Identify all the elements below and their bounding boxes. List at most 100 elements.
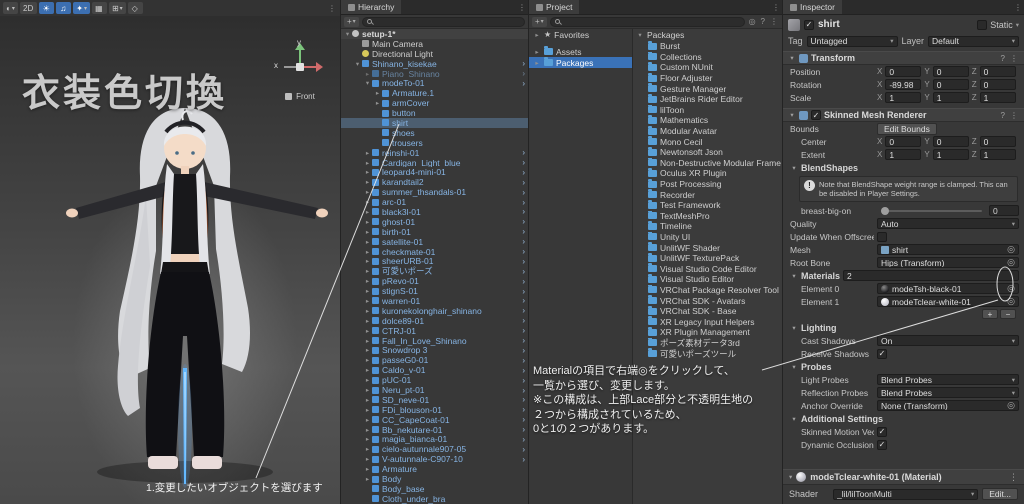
package-folder-item[interactable]: Post Processing xyxy=(633,178,782,190)
component-menu-icon[interactable]: ⋮ xyxy=(1009,111,1019,120)
hierarchy-item[interactable]: shirt xyxy=(341,118,528,128)
object-picker-icon[interactable]: ◎ xyxy=(1007,297,1015,306)
scene-viewport[interactable]: 衣装色切換 y x Front 1.変更したいオブジェクトを選びます xyxy=(0,16,340,504)
package-folder-item[interactable]: ポーズ素材データ3rd xyxy=(633,337,782,349)
package-folder-item[interactable]: VRChat SDK - Avatars xyxy=(633,295,782,306)
package-folder-item[interactable]: Mathematics xyxy=(633,115,782,126)
fold-arrow-icon[interactable]: ▸ xyxy=(363,455,372,463)
package-folder-item[interactable]: XR Legacy Input Helpers xyxy=(633,316,782,327)
gizmo-center-cube-icon[interactable] xyxy=(296,63,304,71)
fold-arrow-icon[interactable]: ▸ xyxy=(363,277,372,285)
fold-arrow-icon[interactable]: ▾ xyxy=(789,473,792,481)
anchor-override-field[interactable]: None (Transform) ◎ xyxy=(877,400,1019,411)
panel-menu-icon[interactable]: ⋮ xyxy=(769,17,779,26)
hierarchy-item[interactable]: Body_base xyxy=(341,484,528,494)
scene-toolbar-button[interactable]: ⊞ ▾ xyxy=(108,2,126,14)
fold-arrow-icon[interactable]: ▾ xyxy=(636,31,644,39)
y-field[interactable]: 0 xyxy=(932,79,969,90)
fold-arrow-icon[interactable]: ▾ xyxy=(343,30,352,38)
tag-dropdown[interactable]: Untagged ▾ xyxy=(806,35,898,47)
hierarchy-item[interactable]: ▸ kuronekolonghair_shinano › xyxy=(341,306,528,316)
hierarchy-item[interactable]: ▸ V-autunnale-C907-10 › xyxy=(341,454,528,464)
package-folder-item[interactable]: UnlitWF Shader xyxy=(633,242,782,253)
hierarchy-item[interactable]: ▸ cielo-autunnale907-05 › xyxy=(341,444,528,454)
help-icon[interactable]: ? xyxy=(1000,111,1006,120)
shader-edit-button[interactable]: Edit... xyxy=(982,488,1018,500)
blendshape-slider[interactable] xyxy=(881,206,982,215)
packages-folder-item[interactable]: ▸ Packages xyxy=(529,57,632,68)
tab-project[interactable]: Project xyxy=(529,0,580,14)
fold-arrow-icon[interactable]: ▸ xyxy=(363,465,372,473)
fold-arrow-icon[interactable]: ▸ xyxy=(363,267,372,275)
additional-settings-foldout[interactable]: ▾ Additional Settings xyxy=(783,412,1024,425)
object-picker-icon[interactable]: ◎ xyxy=(1007,284,1015,293)
assets-folder-item[interactable]: ▸ Assets xyxy=(529,46,632,57)
scene-toolbar-button[interactable]: ◐ ▾ xyxy=(3,2,18,14)
hierarchy-item[interactable]: ▸ Cardigan_Light_blue › xyxy=(341,158,528,168)
fold-arrow-icon[interactable]: ▸ xyxy=(363,356,372,364)
fold-arrow-icon[interactable]: ▸ xyxy=(363,445,372,453)
fold-arrow-icon[interactable]: ▸ xyxy=(363,386,372,394)
transform-component-header[interactable]: ▾ Transform ? ⋮ xyxy=(783,51,1024,65)
fold-arrow-icon[interactable]: ▸ xyxy=(373,99,382,107)
z-field[interactable]: 1 xyxy=(979,92,1016,103)
y-field[interactable]: 1 xyxy=(932,92,969,103)
dynamic-occlusion-checkbox[interactable]: ✓ xyxy=(877,439,887,450)
fold-arrow-icon[interactable]: ▸ xyxy=(363,406,372,414)
package-folder-item[interactable]: VRChat SDK - Base xyxy=(633,305,782,317)
y-field[interactable]: 0 xyxy=(932,66,969,77)
package-folder-item[interactable]: 可愛いポーズツール xyxy=(633,348,782,359)
hierarchy-item[interactable]: ▸ CTRJ-01 › xyxy=(341,326,528,336)
x-field[interactable]: 1 xyxy=(885,149,922,160)
hierarchy-item[interactable]: ▸ Fall_In_Love_Shinano › xyxy=(341,336,528,346)
fold-arrow-icon[interactable]: ▸ xyxy=(363,337,372,345)
component-menu-icon[interactable]: ⋮ xyxy=(1009,54,1019,63)
material-object-field[interactable]: modeTclear-white-01 ◎ xyxy=(877,296,1019,307)
cast-shadows-dropdown[interactable]: On ▾ xyxy=(877,335,1019,346)
package-folder-item[interactable]: Unity UI xyxy=(633,231,782,243)
scene-orientation-gizmo[interactable]: y x Front xyxy=(272,38,328,108)
hierarchy-item[interactable]: ▸ Piano_Shinano › xyxy=(341,69,528,79)
fold-arrow-icon[interactable]: ▸ xyxy=(363,475,372,483)
package-folder-item[interactable]: Visual Studio Code Editor xyxy=(633,263,782,274)
root-bone-object-field[interactable]: Hips (Transform) ◎ xyxy=(877,257,1019,268)
blendshape-value-field[interactable]: 0 xyxy=(989,205,1019,216)
package-folder-item[interactable]: Floor Adjuster xyxy=(633,72,782,84)
hierarchy-item[interactable]: ▸ Snowdrop 3 › xyxy=(341,346,528,356)
skinned-motion-vectors-checkbox[interactable]: ✓ xyxy=(877,426,887,437)
fold-arrow-icon[interactable]: ▸ xyxy=(363,426,372,434)
fold-arrow-icon[interactable]: ▾ xyxy=(363,79,372,87)
hierarchy-item[interactable]: ▸ stignS-01 › xyxy=(341,286,528,296)
dropdown-arrow-icon[interactable]: ▾ xyxy=(1016,21,1019,29)
remove-element-button[interactable]: − xyxy=(1000,309,1016,319)
project-search-input[interactable] xyxy=(549,16,745,27)
tab-inspector[interactable]: Inspector xyxy=(783,0,842,14)
package-folder-item[interactable]: Newtonsoft Json xyxy=(633,146,782,158)
light-probes-dropdown[interactable]: Blend Probes ▾ xyxy=(877,374,1019,385)
material-object-field[interactable]: modeTsh-black-01 ◎ xyxy=(877,283,1019,294)
hierarchy-item[interactable]: ▸ passeG0-01 › xyxy=(341,355,528,365)
y-field[interactable]: 1 xyxy=(932,149,969,160)
fold-arrow-icon[interactable]: ▸ xyxy=(363,297,372,305)
mesh-object-field[interactable]: shirt ◎ xyxy=(877,244,1019,255)
x-field[interactable]: 0 xyxy=(885,136,922,147)
x-field[interactable]: 1 xyxy=(885,92,922,103)
static-checkbox[interactable] xyxy=(977,19,988,30)
x-field[interactable]: 0 xyxy=(885,66,922,77)
hierarchy-item[interactable]: ▸ pUC-01 › xyxy=(341,375,528,385)
fold-arrow-icon[interactable]: ▾ xyxy=(788,54,796,62)
fold-arrow-icon[interactable]: ▸ xyxy=(363,208,372,216)
scene-toolbar-button[interactable]: ◇ xyxy=(127,2,143,14)
fold-arrow-icon[interactable]: ▸ xyxy=(363,416,372,424)
lighting-foldout[interactable]: ▾ Lighting xyxy=(783,321,1024,334)
scene-toolbar-button[interactable]: 2D xyxy=(20,2,38,14)
fold-arrow-icon[interactable]: ▸ xyxy=(533,59,541,67)
package-folder-item[interactable]: VRChat Package Resolver Tool xyxy=(633,284,782,296)
fold-arrow-icon[interactable]: ▸ xyxy=(373,89,382,97)
hierarchy-item[interactable]: ▸ armCover xyxy=(341,98,528,108)
package-folder-item[interactable]: Collections xyxy=(633,51,782,63)
active-checkbox[interactable]: ✓ xyxy=(804,19,814,30)
hierarchy-item[interactable]: Main Camera xyxy=(341,39,528,49)
panel-menu-icon[interactable]: ⋮ xyxy=(327,4,337,13)
fold-arrow-icon[interactable]: ▸ xyxy=(363,346,372,354)
